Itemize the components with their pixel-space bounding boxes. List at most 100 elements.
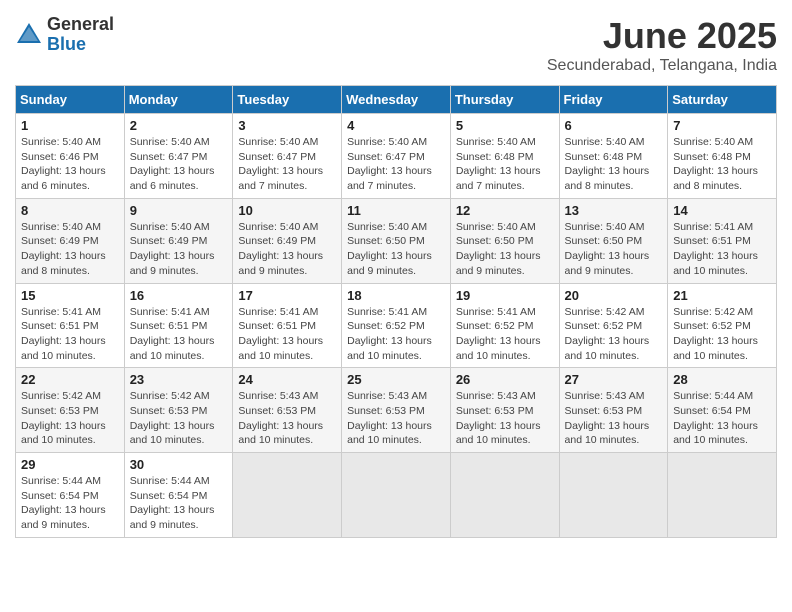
calendar-cell: 27 Sunrise: 5:43 AM Sunset: 6:53 PM Dayli… bbox=[559, 368, 668, 453]
day-number: 23 bbox=[130, 372, 228, 387]
calendar-cell: 16Sunrise: 5:41 AM Sunset: 6:51 PM Dayli… bbox=[124, 283, 233, 368]
location-title: Secunderabad, Telangana, India bbox=[547, 57, 777, 75]
weekday-header-tuesday: Tuesday bbox=[233, 86, 342, 114]
day-number: 17 bbox=[238, 288, 336, 303]
day-number: 8 bbox=[21, 203, 119, 218]
day-number: 9 bbox=[130, 203, 228, 218]
calendar-cell: 2 Sunrise: 5:40 AM Sunset: 6:47 PM Daylig… bbox=[124, 114, 233, 199]
weekday-header-monday: Monday bbox=[124, 86, 233, 114]
day-info: Sunrise: 5:41 AM Sunset: 6:51 PM Dayligh… bbox=[21, 305, 119, 364]
calendar-cell: 9 Sunrise: 5:40 AM Sunset: 6:49 PM Daylig… bbox=[124, 198, 233, 283]
calendar-cell: 5 Sunrise: 5:40 AM Sunset: 6:48 PM Daylig… bbox=[450, 114, 559, 199]
calendar-cell: 8 Sunrise: 5:40 AM Sunset: 6:49 PM Daylig… bbox=[16, 198, 125, 283]
day-number: 28 bbox=[673, 372, 771, 387]
calendar-cell: 18 Sunrise: 5:41 AM Sunset: 6:52 PM Dayli… bbox=[342, 283, 451, 368]
calendar-cell: 12Sunrise: 5:40 AM Sunset: 6:50 PM Dayli… bbox=[450, 198, 559, 283]
header: General Blue June 2025 Secunderabad, Tel… bbox=[15, 15, 777, 75]
day-info: Sunrise: 5:40 AM Sunset: 6:47 PM Dayligh… bbox=[347, 135, 445, 194]
day-info: Sunrise: 5:44 AM Sunset: 6:54 PM Dayligh… bbox=[673, 389, 771, 448]
day-info: Sunrise: 5:44 AM Sunset: 6:54 PM Dayligh… bbox=[130, 474, 228, 533]
title-area: June 2025 Secunderabad, Telangana, India bbox=[547, 15, 777, 75]
day-number: 26 bbox=[456, 372, 554, 387]
day-number: 7 bbox=[673, 118, 771, 133]
calendar-cell: 17 Sunrise: 5:41 AM Sunset: 6:51 PM Dayli… bbox=[233, 283, 342, 368]
calendar-cell bbox=[450, 453, 559, 538]
day-info: Sunrise: 5:41 AM Sunset: 6:51 PM Dayligh… bbox=[673, 220, 771, 279]
day-info: Sunrise: 5:40 AM Sunset: 6:48 PM Dayligh… bbox=[565, 135, 663, 194]
day-number: 6 bbox=[565, 118, 663, 133]
calendar-cell bbox=[668, 453, 777, 538]
calendar-cell: 25 Sunrise: 5:43 AM Sunset: 6:53 PM Dayli… bbox=[342, 368, 451, 453]
logo: General Blue bbox=[15, 15, 114, 55]
weekday-header-friday: Friday bbox=[559, 86, 668, 114]
day-info: Sunrise: 5:41 AM Sunset: 6:52 PM Dayligh… bbox=[456, 305, 554, 364]
day-number: 30 bbox=[130, 457, 228, 472]
calendar-cell: 28 Sunrise: 5:44 AM Sunset: 6:54 PM Dayli… bbox=[668, 368, 777, 453]
day-number: 15 bbox=[21, 288, 119, 303]
day-number: 1 bbox=[21, 118, 119, 133]
day-info: Sunrise: 5:43 AM Sunset: 6:53 PM Dayligh… bbox=[347, 389, 445, 448]
calendar-cell: 21 Sunrise: 5:42 AM Sunset: 6:52 PM Dayli… bbox=[668, 283, 777, 368]
day-info: Sunrise: 5:41 AM Sunset: 6:52 PM Dayligh… bbox=[347, 305, 445, 364]
day-info: Sunrise: 5:42 AM Sunset: 6:52 PM Dayligh… bbox=[565, 305, 663, 364]
day-info: Sunrise: 5:40 AM Sunset: 6:48 PM Dayligh… bbox=[673, 135, 771, 194]
day-info: Sunrise: 5:40 AM Sunset: 6:49 PM Dayligh… bbox=[130, 220, 228, 279]
day-info: Sunrise: 5:42 AM Sunset: 6:52 PM Dayligh… bbox=[673, 305, 771, 364]
day-number: 11 bbox=[347, 203, 445, 218]
calendar-cell: 10 Sunrise: 5:40 AM Sunset: 6:49 PM Dayli… bbox=[233, 198, 342, 283]
day-number: 22 bbox=[21, 372, 119, 387]
day-info: Sunrise: 5:42 AM Sunset: 6:53 PM Dayligh… bbox=[21, 389, 119, 448]
calendar-cell bbox=[233, 453, 342, 538]
day-info: Sunrise: 5:40 AM Sunset: 6:49 PM Dayligh… bbox=[238, 220, 336, 279]
calendar-cell: 19 Sunrise: 5:41 AM Sunset: 6:52 PM Dayli… bbox=[450, 283, 559, 368]
calendar-cell: 26Sunrise: 5:43 AM Sunset: 6:53 PM Dayli… bbox=[450, 368, 559, 453]
day-number: 2 bbox=[130, 118, 228, 133]
weekday-header-sunday: Sunday bbox=[16, 86, 125, 114]
day-info: Sunrise: 5:43 AM Sunset: 6:53 PM Dayligh… bbox=[238, 389, 336, 448]
day-number: 18 bbox=[347, 288, 445, 303]
day-info: Sunrise: 5:40 AM Sunset: 6:50 PM Dayligh… bbox=[456, 220, 554, 279]
logo-general-text: General bbox=[47, 15, 114, 35]
logo-icon bbox=[15, 21, 43, 49]
day-info: Sunrise: 5:40 AM Sunset: 6:48 PM Dayligh… bbox=[456, 135, 554, 194]
weekday-header-wednesday: Wednesday bbox=[342, 86, 451, 114]
month-title: June 2025 bbox=[547, 15, 777, 57]
calendar-table: SundayMondayTuesdayWednesdayThursdayFrid… bbox=[15, 85, 777, 538]
day-number: 19 bbox=[456, 288, 554, 303]
day-number: 25 bbox=[347, 372, 445, 387]
day-number: 10 bbox=[238, 203, 336, 218]
day-info: Sunrise: 5:44 AM Sunset: 6:54 PM Dayligh… bbox=[21, 474, 119, 533]
calendar-cell: 30 Sunrise: 5:44 AM Sunset: 6:54 PM Dayli… bbox=[124, 453, 233, 538]
day-info: Sunrise: 5:41 AM Sunset: 6:51 PM Dayligh… bbox=[238, 305, 336, 364]
day-number: 16 bbox=[130, 288, 228, 303]
day-info: Sunrise: 5:42 AM Sunset: 6:53 PM Dayligh… bbox=[130, 389, 228, 448]
calendar-cell bbox=[342, 453, 451, 538]
calendar-cell: 3Sunrise: 5:40 AM Sunset: 6:47 PM Daylig… bbox=[233, 114, 342, 199]
calendar-cell: 14 Sunrise: 5:41 AM Sunset: 6:51 PM Dayli… bbox=[668, 198, 777, 283]
calendar-cell: 29Sunrise: 5:44 AM Sunset: 6:54 PM Dayli… bbox=[16, 453, 125, 538]
day-number: 4 bbox=[347, 118, 445, 133]
day-info: Sunrise: 5:43 AM Sunset: 6:53 PM Dayligh… bbox=[565, 389, 663, 448]
logo-blue-text: Blue bbox=[47, 35, 114, 55]
calendar-cell bbox=[559, 453, 668, 538]
calendar-cell: 13Sunrise: 5:40 AM Sunset: 6:50 PM Dayli… bbox=[559, 198, 668, 283]
day-number: 27 bbox=[565, 372, 663, 387]
day-info: Sunrise: 5:40 AM Sunset: 6:47 PM Dayligh… bbox=[130, 135, 228, 194]
calendar-cell: 15 Sunrise: 5:41 AM Sunset: 6:51 PM Dayli… bbox=[16, 283, 125, 368]
day-number: 20 bbox=[565, 288, 663, 303]
day-number: 21 bbox=[673, 288, 771, 303]
weekday-header-saturday: Saturday bbox=[668, 86, 777, 114]
calendar-cell: 23 Sunrise: 5:42 AM Sunset: 6:53 PM Dayli… bbox=[124, 368, 233, 453]
day-number: 5 bbox=[456, 118, 554, 133]
day-info: Sunrise: 5:40 AM Sunset: 6:49 PM Dayligh… bbox=[21, 220, 119, 279]
calendar-cell: 11Sunrise: 5:40 AM Sunset: 6:50 PM Dayli… bbox=[342, 198, 451, 283]
calendar-cell: 7 Sunrise: 5:40 AM Sunset: 6:48 PM Daylig… bbox=[668, 114, 777, 199]
day-number: 14 bbox=[673, 203, 771, 218]
day-number: 3 bbox=[238, 118, 336, 133]
calendar-cell: 24Sunrise: 5:43 AM Sunset: 6:53 PM Dayli… bbox=[233, 368, 342, 453]
weekday-header-thursday: Thursday bbox=[450, 86, 559, 114]
calendar-cell: 4 Sunrise: 5:40 AM Sunset: 6:47 PM Daylig… bbox=[342, 114, 451, 199]
calendar-cell: 22 Sunrise: 5:42 AM Sunset: 6:53 PM Dayli… bbox=[16, 368, 125, 453]
calendar-cell: 1Sunrise: 5:40 AM Sunset: 6:46 PM Daylig… bbox=[16, 114, 125, 199]
calendar-cell: 20 Sunrise: 5:42 AM Sunset: 6:52 PM Dayli… bbox=[559, 283, 668, 368]
